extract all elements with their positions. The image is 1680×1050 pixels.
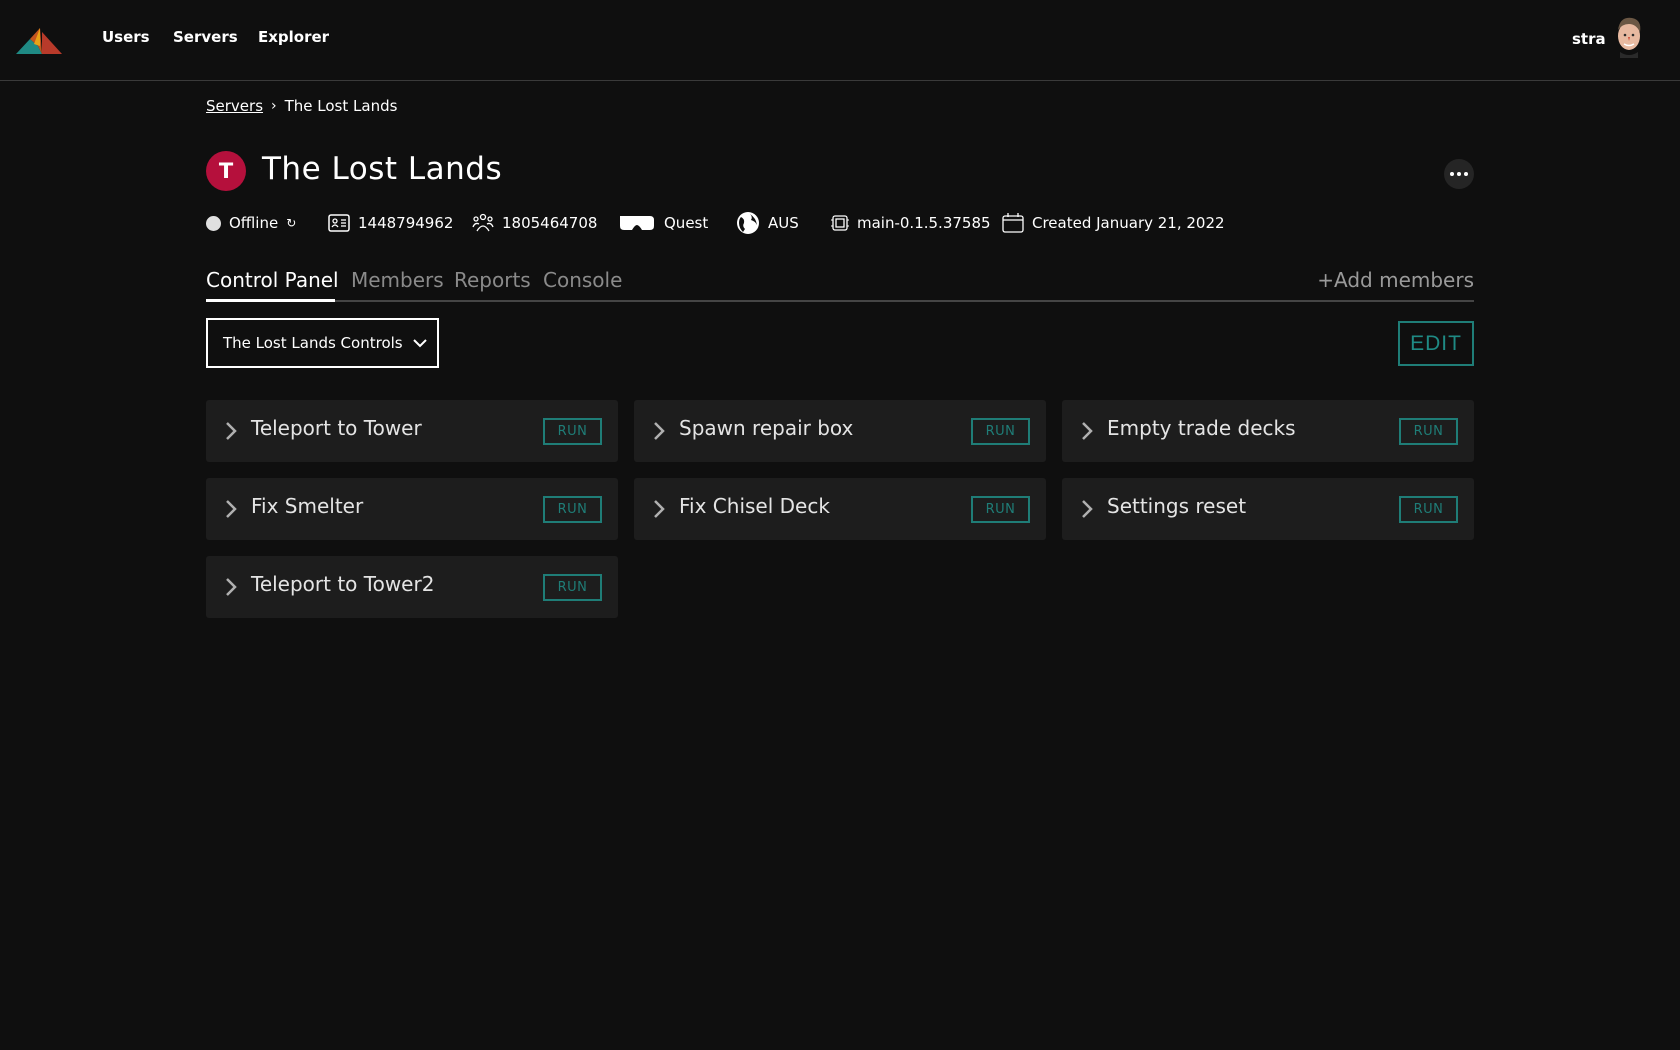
chevron-right-icon[interactable]	[649, 499, 669, 519]
control-label: Empty trade decks	[1107, 416, 1296, 440]
breadcrumb-chevron-icon: ›	[271, 98, 277, 114]
tab-members[interactable]: Members	[351, 268, 444, 292]
control-label: Spawn repair box	[679, 416, 854, 440]
control-card[interactable]: Teleport to Tower RUN	[206, 400, 618, 462]
created-date: Created January 21, 2022	[1002, 212, 1225, 234]
chevron-right-icon[interactable]	[649, 421, 669, 441]
dot-icon	[1464, 172, 1468, 176]
calendar-icon	[1002, 213, 1024, 233]
control-label: Fix Smelter	[251, 494, 364, 518]
group-id: 1805464708	[472, 212, 597, 234]
chevron-down-icon	[412, 339, 427, 348]
chevron-right-icon[interactable]	[221, 499, 241, 519]
run-button[interactable]: RUN	[543, 574, 602, 601]
controls-dropdown[interactable]: The Lost Lands Controls	[206, 318, 439, 368]
more-options-button[interactable]	[1444, 159, 1474, 189]
server-id-value: 1448794962	[358, 214, 454, 232]
created-value: Created January 21, 2022	[1032, 214, 1225, 232]
region-value: AUS	[768, 214, 799, 232]
control-label: Fix Chisel Deck	[679, 494, 830, 518]
server-id: 1448794962	[328, 212, 453, 234]
status-text: Offline	[229, 214, 279, 232]
edit-button[interactable]: EDIT	[1398, 321, 1474, 366]
top-navigation-bar: Users Servers Explorer stra	[0, 0, 1680, 81]
id-card-icon	[328, 214, 350, 232]
page-title: The Lost Lands	[262, 151, 503, 187]
breadcrumb-servers-link[interactable]: Servers	[206, 97, 263, 115]
refresh-icon[interactable]: ↻	[286, 216, 296, 230]
breadcrumb: Servers › The Lost Lands	[206, 97, 397, 115]
controls-dropdown-value: The Lost Lands Controls	[223, 334, 403, 352]
tab-bar: Control Panel Members Reports Console +A…	[206, 268, 1474, 302]
run-button[interactable]: RUN	[971, 418, 1030, 445]
run-button[interactable]: RUN	[1399, 496, 1458, 523]
tab-console[interactable]: Console	[543, 268, 622, 292]
control-card[interactable]: Spawn repair box RUN	[634, 400, 1046, 462]
chevron-right-icon[interactable]	[1077, 421, 1097, 441]
tab-reports[interactable]: Reports	[454, 268, 531, 292]
chevron-right-icon[interactable]	[221, 577, 241, 597]
tab-control-panel[interactable]: Control Panel	[206, 268, 339, 292]
control-label: Settings reset	[1107, 494, 1247, 518]
nav-users[interactable]: Users	[102, 28, 150, 46]
active-tab-indicator	[206, 299, 335, 302]
run-button[interactable]: RUN	[1399, 418, 1458, 445]
chevron-right-icon[interactable]	[1077, 499, 1097, 519]
user-avatar[interactable]	[1612, 14, 1646, 58]
region: AUS	[736, 212, 799, 234]
chevron-right-icon[interactable]	[221, 421, 241, 441]
dot-icon	[1450, 172, 1454, 176]
app-logo-icon[interactable]	[16, 24, 64, 56]
globe-icon	[737, 212, 759, 234]
dot-icon	[1457, 172, 1461, 176]
version: main-0.1.5.37585	[831, 212, 991, 234]
control-card[interactable]: Empty trade decks RUN	[1062, 400, 1474, 462]
server-status: Offline ↻	[206, 212, 296, 234]
version-value: main-0.1.5.37585	[857, 214, 991, 232]
platform: Quest	[618, 212, 708, 234]
run-button[interactable]: RUN	[543, 418, 602, 445]
status-dot-icon	[206, 215, 221, 231]
chip-icon	[831, 215, 849, 231]
add-members-button[interactable]: +Add members	[1317, 268, 1474, 292]
breadcrumb-current: The Lost Lands	[284, 97, 398, 115]
control-card[interactable]: Settings reset RUN	[1062, 478, 1474, 540]
group-id-value: 1805464708	[502, 214, 598, 232]
platform-value: Quest	[664, 214, 709, 232]
nav-servers[interactable]: Servers	[173, 28, 238, 46]
run-button[interactable]: RUN	[543, 496, 602, 523]
vr-headset-icon	[620, 216, 654, 230]
nav-explorer[interactable]: Explorer	[258, 28, 329, 46]
control-label: Teleport to Tower2	[251, 572, 435, 596]
control-card[interactable]: Fix Smelter RUN	[206, 478, 618, 540]
control-card[interactable]: Fix Chisel Deck RUN	[634, 478, 1046, 540]
user-name[interactable]: stra	[1572, 30, 1606, 48]
run-button[interactable]: RUN	[971, 496, 1030, 523]
users-group-icon	[472, 213, 494, 232]
server-avatar: T	[206, 151, 246, 191]
control-card[interactable]: Teleport to Tower2 RUN	[206, 556, 618, 618]
control-label: Teleport to Tower	[251, 416, 422, 440]
